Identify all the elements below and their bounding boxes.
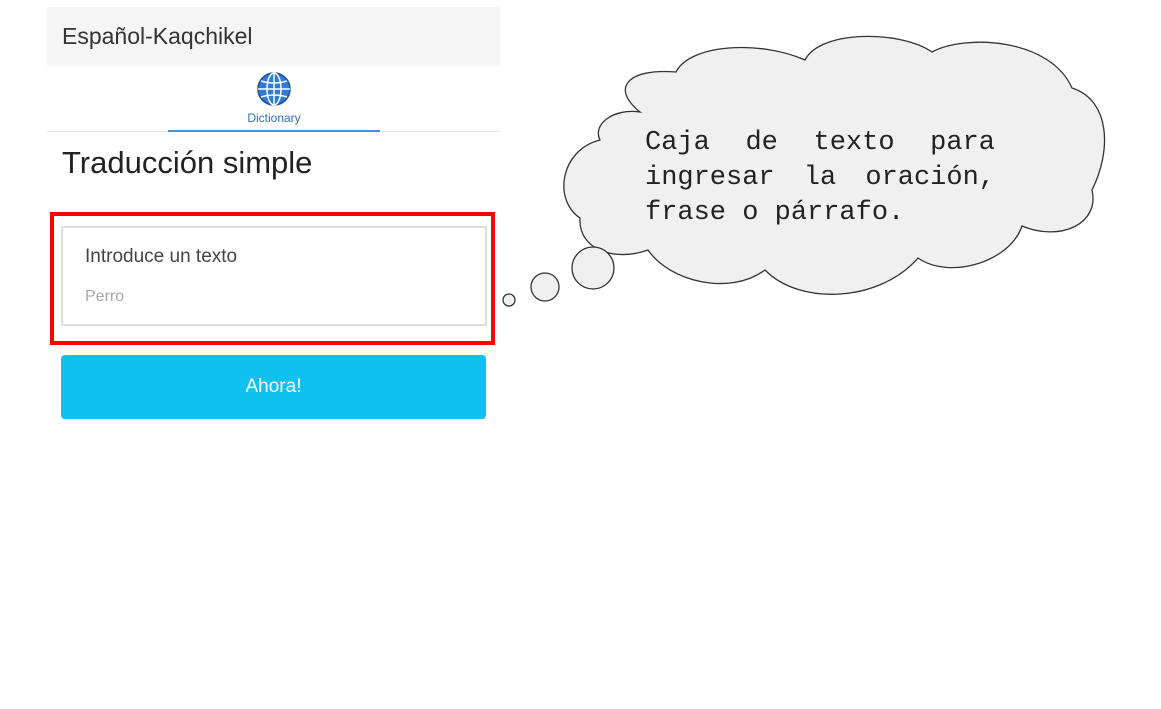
callout-text: Caja de texto para ingresar la oración, … — [645, 128, 995, 228]
thought-bubble-large — [571, 246, 615, 290]
callout-bubble — [502, 35, 1106, 307]
thought-bubble-medium — [530, 272, 560, 302]
thought-bubble-small — [502, 293, 516, 307]
